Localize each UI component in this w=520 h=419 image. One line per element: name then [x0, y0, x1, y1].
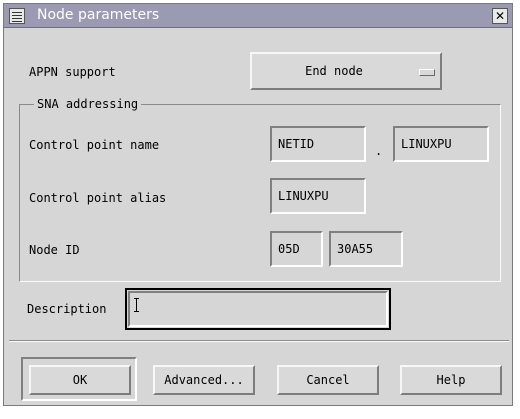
control-point-alias-field[interactable]: LINUXPU: [270, 178, 366, 214]
netid-separator: .: [375, 144, 383, 158]
appn-support-label: APPN support: [29, 65, 116, 79]
description-label: Description: [27, 302, 107, 316]
cancel-button[interactable]: Cancel: [277, 365, 379, 395]
node-parameters-dialog: Node parameters ✕ APPN support End node …: [3, 3, 513, 406]
appn-support-value: End node: [305, 64, 363, 78]
title-bar[interactable]: Node parameters ✕: [4, 4, 512, 28]
ok-button[interactable]: OK: [29, 365, 131, 395]
node-id-number-field[interactable]: 30A55: [329, 231, 403, 267]
advanced-button[interactable]: Advanced...: [153, 365, 255, 395]
control-point-name-label: Control point name: [29, 138, 160, 152]
control-point-alias-label: Control point alias: [29, 191, 167, 205]
text-cursor-icon: [134, 298, 139, 312]
help-button[interactable]: Help: [400, 365, 502, 395]
node-id-block-field[interactable]: 05D: [270, 231, 323, 267]
control-point-name-field[interactable]: LINUXPU: [393, 126, 489, 162]
button-separator: [9, 340, 509, 342]
window-title: Node parameters: [37, 7, 160, 23]
description-field[interactable]: [125, 288, 391, 330]
netid-field[interactable]: NETID: [270, 126, 366, 162]
node-id-label: Node ID: [29, 243, 80, 257]
option-menu-indicator-icon: [419, 69, 435, 76]
description-input[interactable]: [128, 291, 388, 327]
appn-support-select[interactable]: End node: [250, 52, 442, 90]
close-icon[interactable]: ✕: [492, 8, 508, 24]
sna-addressing-legend: SNA addressing: [34, 97, 142, 111]
window-menu-icon[interactable]: [9, 8, 25, 24]
